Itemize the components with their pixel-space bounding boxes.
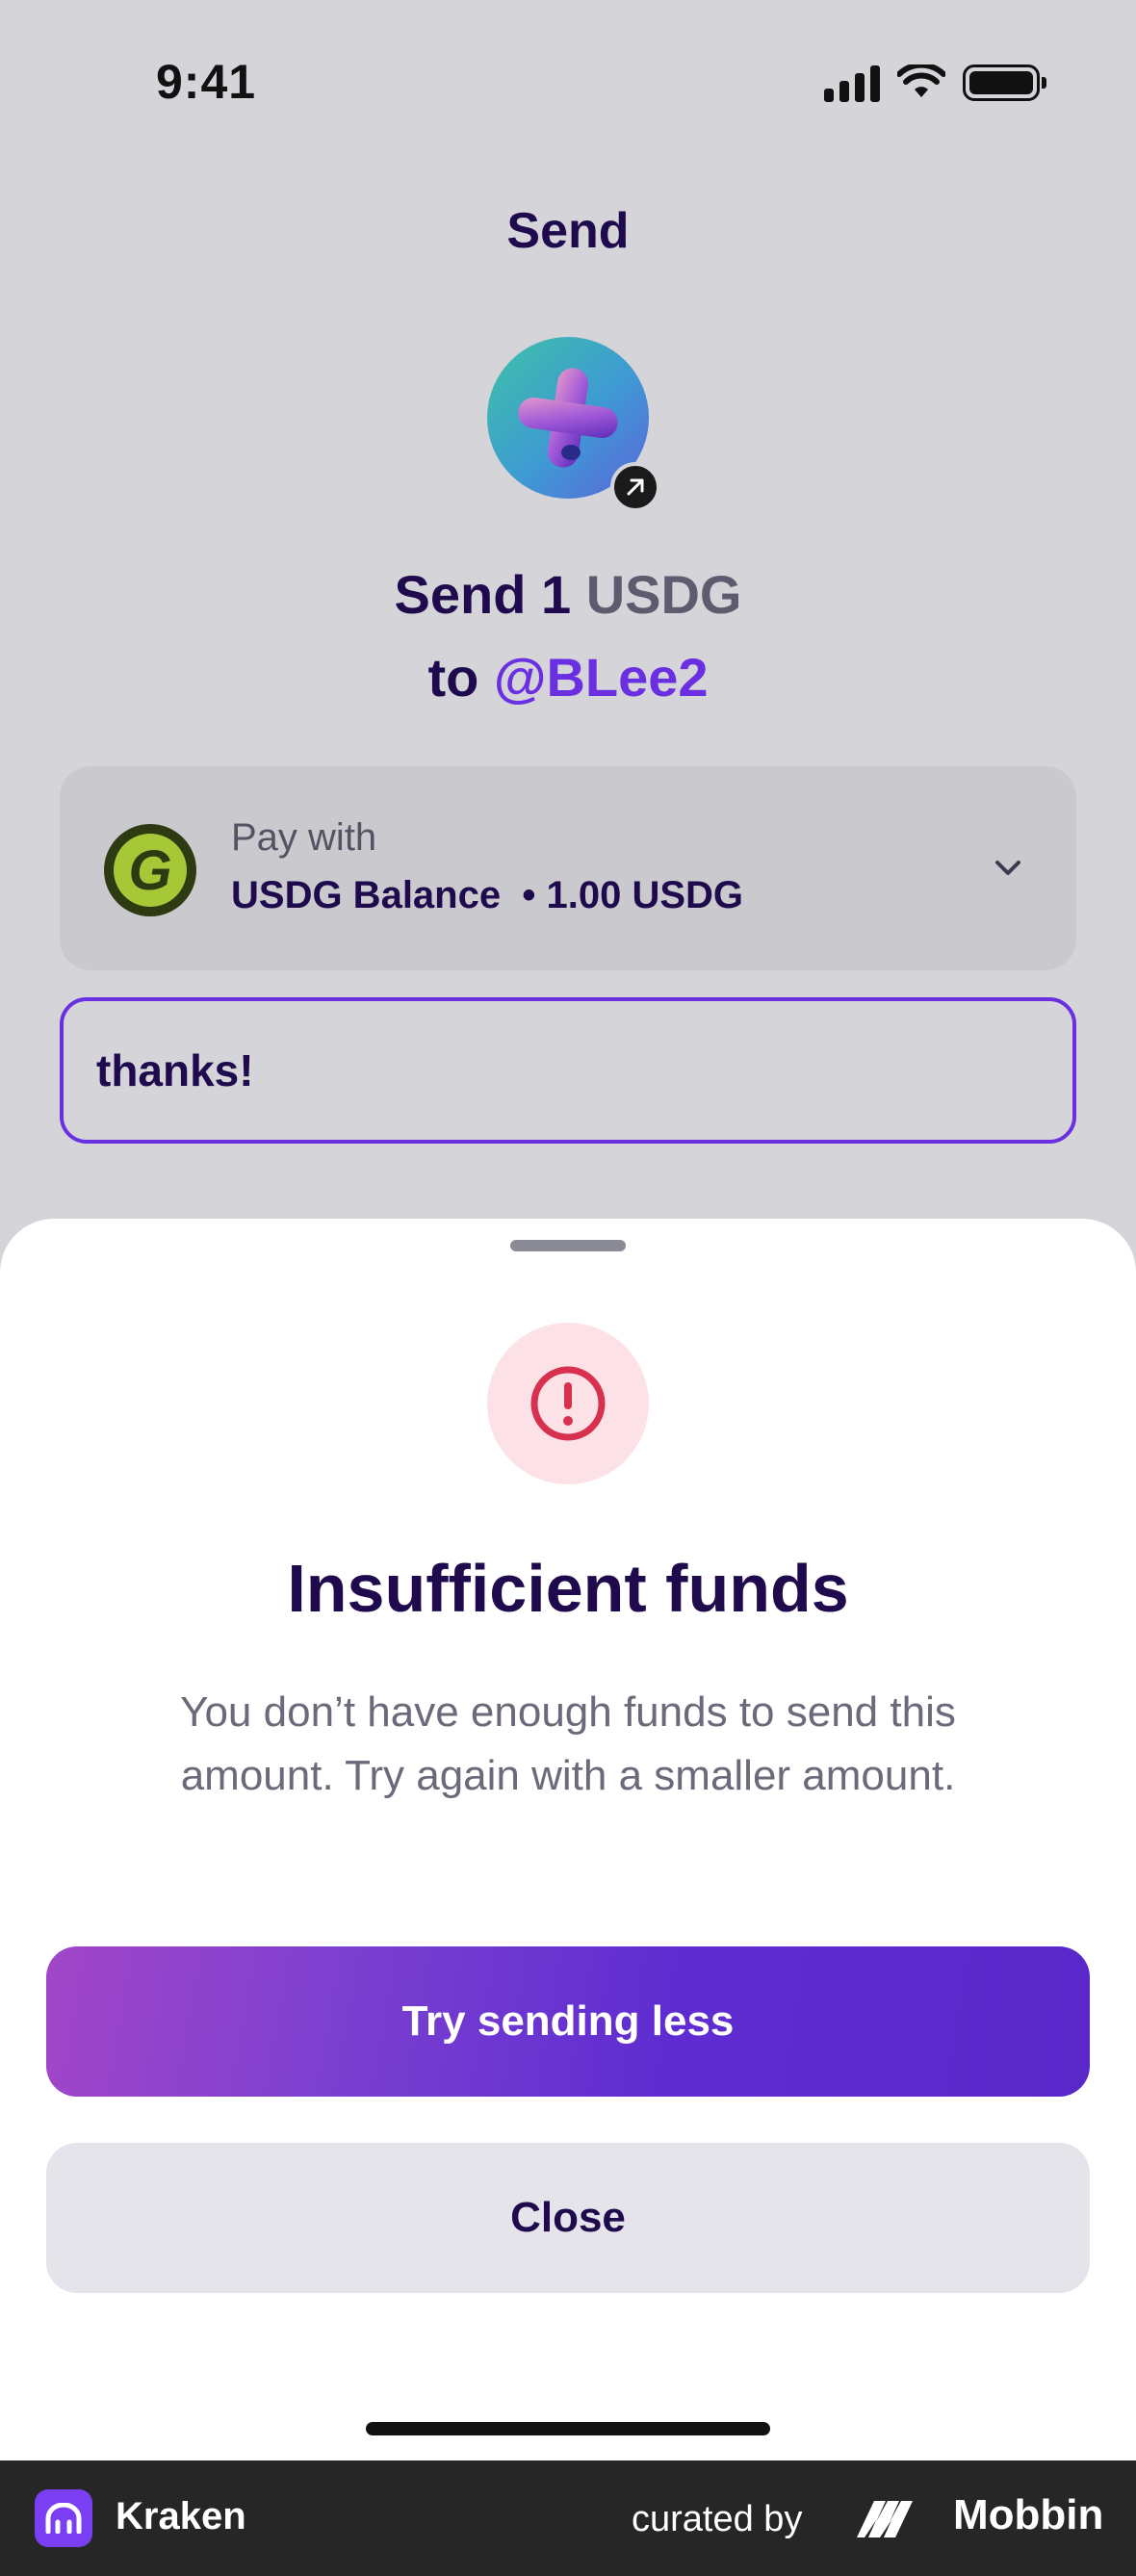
footer-curated-by: curated by bbox=[632, 2499, 803, 2539]
mobbin-logo-icon bbox=[857, 2501, 913, 2537]
status-bar: 9:41 bbox=[0, 0, 1136, 164]
alert-icon bbox=[487, 1323, 649, 1484]
pay-with-value: USDG Balance • 1.00 USDG bbox=[231, 874, 743, 917]
pay-source: USDG Balance bbox=[231, 874, 502, 916]
pay-separator: • bbox=[522, 874, 536, 916]
sheet-message: You don’t have enough funds to send this… bbox=[180, 1688, 956, 1799]
send-screen: 9:41 Send Send 1 USDG to @BLee2 G Pay wi… bbox=[0, 0, 1136, 2460]
pay-with-selector[interactable]: G Pay with USDG Balance • 1.00 USDG bbox=[60, 766, 1076, 970]
to-label: to bbox=[427, 647, 479, 708]
page-title: Send bbox=[506, 203, 630, 259]
note-input[interactable]: thanks! bbox=[60, 997, 1076, 1144]
chevron-down-icon bbox=[995, 861, 1020, 875]
mobbin-footer: Kraken curated by Mobbin bbox=[0, 2460, 1136, 2576]
sheet-grabber[interactable] bbox=[510, 1240, 626, 1251]
insufficient-funds-sheet: Insufficient funds You don’t have enough… bbox=[0, 1219, 1136, 2460]
recipient-handle[interactable]: @BLee2 bbox=[494, 647, 709, 708]
recipient-avatar[interactable] bbox=[487, 337, 660, 512]
external-link-icon bbox=[610, 462, 660, 512]
footer-app-name: Kraken bbox=[116, 2495, 246, 2537]
wifi-icon bbox=[897, 64, 945, 97]
battery-icon bbox=[963, 64, 1046, 101]
kraken-logo-icon bbox=[35, 2489, 92, 2547]
send-currency: USDG bbox=[585, 564, 742, 625]
pay-amount: 1.00 USDG bbox=[546, 874, 744, 916]
close-button[interactable]: Close bbox=[46, 2143, 1090, 2293]
pay-with-label: Pay with bbox=[231, 816, 377, 859]
try-sending-less-button[interactable]: Try sending less bbox=[46, 1946, 1090, 2097]
footer-brand: Mobbin bbox=[953, 2491, 1104, 2538]
avatar-cross-graphic bbox=[518, 368, 618, 468]
sheet-title: Insufficient funds bbox=[287, 1551, 849, 1626]
home-indicator bbox=[366, 2422, 770, 2435]
send-amount: Send 1 bbox=[394, 564, 572, 625]
cellular-signal-icon bbox=[824, 64, 880, 102]
status-time: 9:41 bbox=[156, 55, 257, 109]
usdg-coin-icon: G bbox=[104, 824, 196, 916]
status-icons bbox=[824, 64, 1046, 102]
send-headline: Send 1 USDG to @BLee2 bbox=[0, 554, 1136, 719]
